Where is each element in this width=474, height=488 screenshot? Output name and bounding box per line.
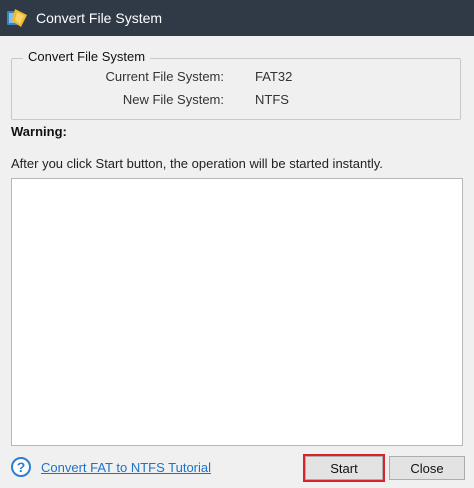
current-file-system-value: FAT32 xyxy=(255,69,293,84)
operation-output-box[interactable] xyxy=(11,178,463,446)
title-bar: Convert File System xyxy=(0,0,474,36)
start-button[interactable]: Start xyxy=(303,454,385,482)
warning-message: After you click Start button, the operat… xyxy=(11,156,383,171)
warning-title: Warning: xyxy=(11,124,67,139)
window-title: Convert File System xyxy=(36,10,163,26)
app-logo-icon xyxy=(7,9,27,27)
new-file-system-row: New File System: NTFS xyxy=(12,92,460,110)
current-file-system-label: Current File System: xyxy=(105,69,224,84)
help-icon[interactable]: ? xyxy=(11,457,31,477)
file-system-group: Convert File System Current File System:… xyxy=(11,49,461,120)
close-button[interactable]: Close xyxy=(389,456,465,480)
group-legend: Convert File System xyxy=(23,49,151,64)
new-file-system-label: New File System: xyxy=(122,92,224,107)
tutorial-link[interactable]: Convert FAT to NTFS Tutorial xyxy=(41,460,211,475)
new-file-system-value: NTFS xyxy=(255,92,289,107)
current-file-system-row: Current File System: FAT32 xyxy=(12,69,460,87)
